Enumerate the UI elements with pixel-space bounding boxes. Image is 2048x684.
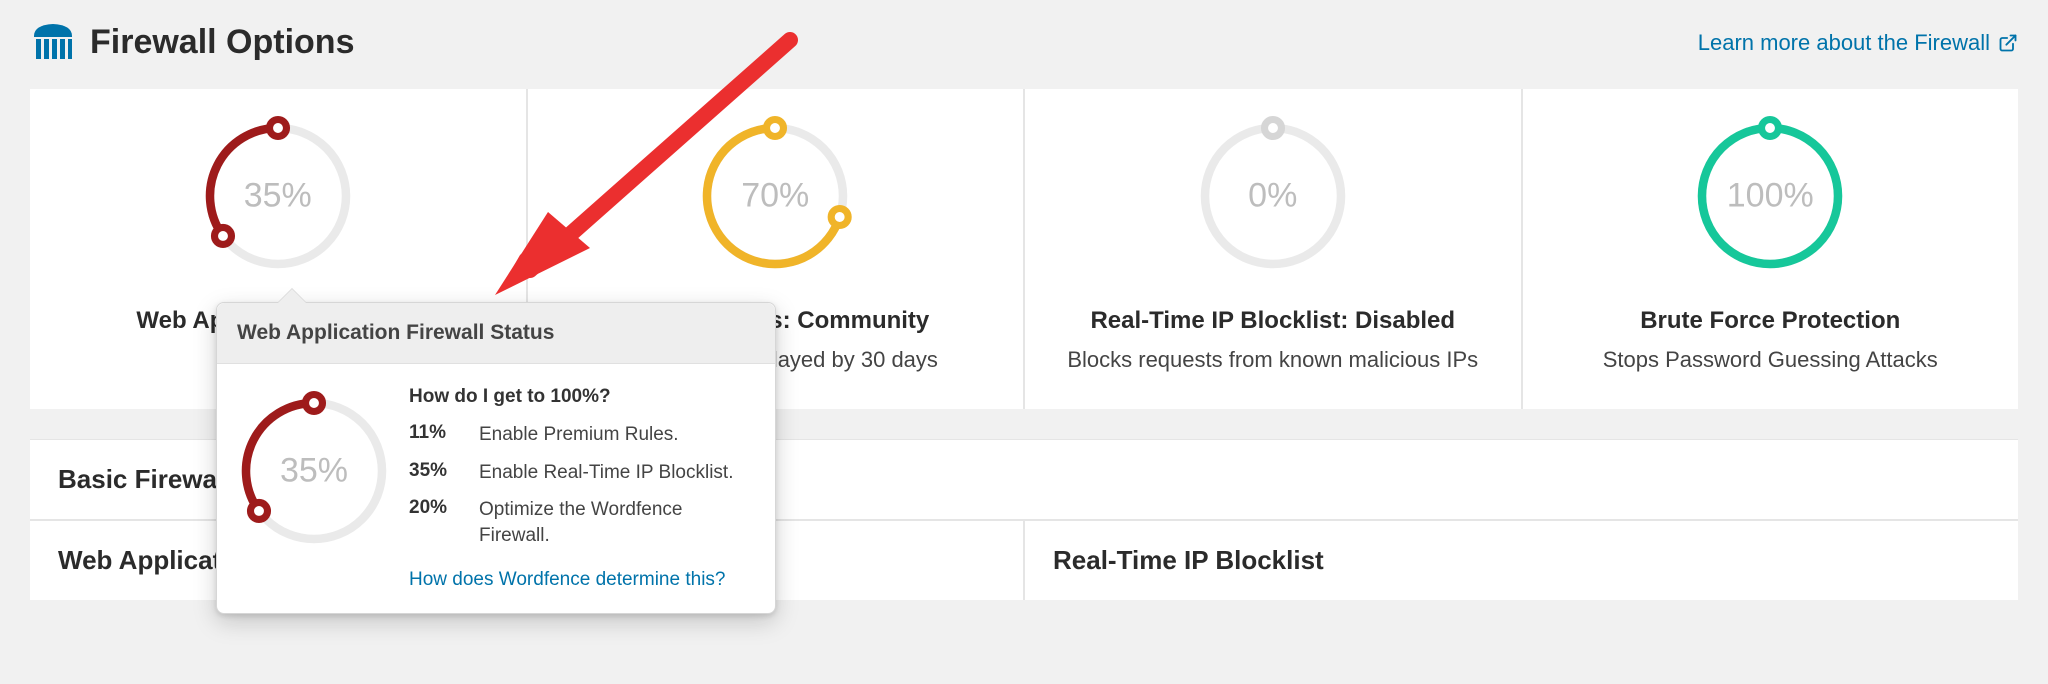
page-header: Firewall Options Learn more about the Fi…	[0, 0, 2048, 89]
page-title: Firewall Options	[90, 23, 354, 62]
card-title: Real-Time IP Blocklist: Disabled	[1090, 307, 1455, 335]
ip-blocklist-header[interactable]: Real-Time IP Blocklist	[1025, 520, 2018, 600]
status-dial: 0%	[1188, 111, 1358, 281]
status-card[interactable]: 0% Real-Time IP Blocklist: Disabled Bloc…	[1025, 89, 1521, 409]
status-dial: 35%	[193, 111, 363, 281]
dial-percent-label: 0%	[1248, 177, 1297, 216]
firewall-logo-icon	[30, 20, 76, 65]
tooltip-help-link[interactable]: How does Wordfence determine this?	[409, 569, 757, 591]
header-left: Firewall Options	[30, 20, 354, 65]
tooltip-item-text: Optimize the Wordfence Firewall.	[479, 497, 757, 548]
tooltip-body: 35% How do I get to 100%? 11% Enable Pre…	[217, 364, 775, 613]
learn-more-text: Learn more about the Firewall	[1698, 30, 1990, 56]
tooltip-item: 11% Enable Premium Rules.	[409, 422, 757, 448]
tooltip-item: 35% Enable Real-Time IP Blocklist.	[409, 460, 757, 486]
tooltip-dial-label: 35%	[280, 452, 348, 491]
tooltip-item-percent: 35%	[409, 460, 459, 486]
tooltip-right: How do I get to 100%? 11% Enable Premium…	[409, 386, 757, 591]
dial-percent-label: 35%	[244, 177, 312, 216]
tooltip-item-percent: 11%	[409, 422, 459, 448]
waf-status-tooltip: Web Application Firewall Status 35% How …	[216, 302, 776, 614]
tooltip-title: Web Application Firewall Status	[217, 303, 775, 364]
tooltip-dial: 35%	[229, 386, 399, 556]
external-link-icon	[1998, 33, 2018, 53]
learn-more-link[interactable]: Learn more about the Firewall	[1698, 30, 2018, 56]
card-description: Blocks requests from known malicious IPs	[1067, 345, 1478, 375]
dial-percent-label: 100%	[1727, 177, 1814, 216]
tooltip-item-text: Enable Real-Time IP Blocklist.	[479, 460, 734, 486]
status-dial: 100%	[1685, 111, 1855, 281]
tooltip-question: How do I get to 100%?	[409, 386, 757, 408]
dial-percent-label: 70%	[741, 177, 809, 216]
tooltip-items: 11% Enable Premium Rules. 35% Enable Rea…	[409, 422, 757, 561]
status-dial: 70%	[690, 111, 860, 281]
tooltip-item-percent: 20%	[409, 497, 459, 548]
status-card[interactable]: 100% Brute Force Protection Stops Passwo…	[1523, 89, 2019, 409]
tooltip-item: 20% Optimize the Wordfence Firewall.	[409, 497, 757, 548]
tooltip-item-text: Enable Premium Rules.	[479, 422, 679, 448]
card-description: Stops Password Guessing Attacks	[1603, 345, 1938, 375]
card-title: Brute Force Protection	[1640, 307, 1900, 335]
